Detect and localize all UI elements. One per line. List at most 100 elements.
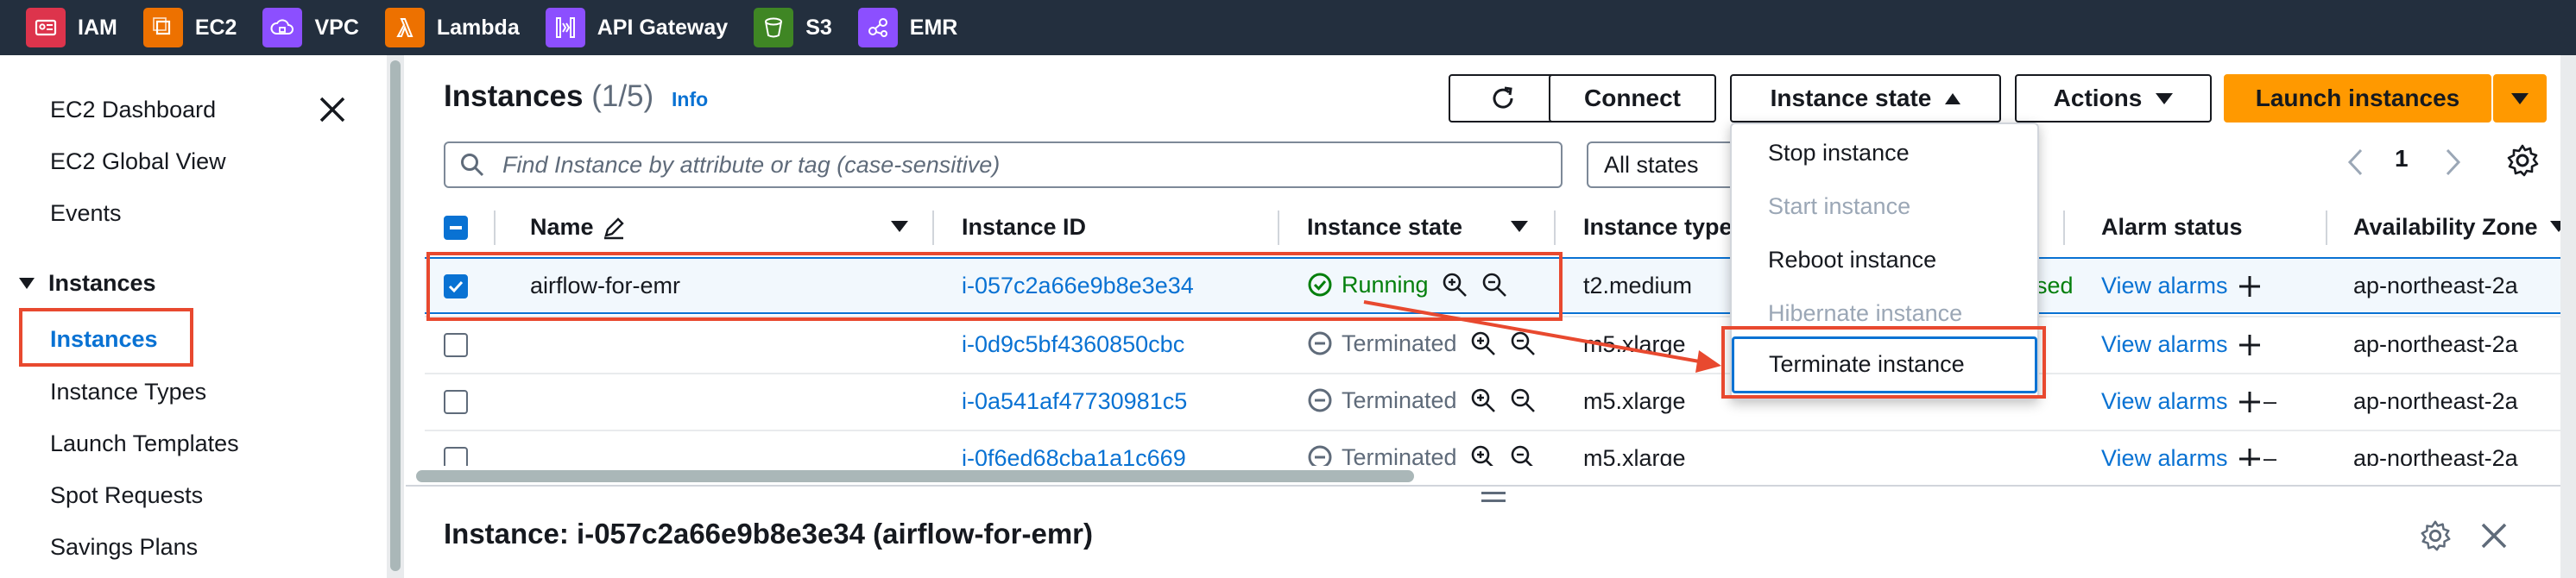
info-link[interactable]: Info (672, 88, 708, 111)
column-separator[interactable] (1278, 210, 1279, 245)
actions-button[interactable]: Actions (2015, 74, 2212, 123)
row-checkbox[interactable] (444, 390, 468, 414)
sidebar-item-ec2-global-view[interactable]: EC2 Global View (50, 148, 226, 175)
column-separator[interactable] (2063, 210, 2065, 245)
horizontal-scrollbar-thumb[interactable] (416, 470, 1414, 482)
favorite-lambda[interactable]: Lambda (384, 0, 542, 55)
column-header-instance-state[interactable]: Instance state (1307, 214, 1462, 241)
menu-item-reboot-instance[interactable]: Reboot instance (1768, 247, 1936, 273)
favorite-label: EMR (909, 15, 958, 40)
instance-state-text: Terminated (1342, 443, 1457, 468)
annotation-highlight-row (426, 252, 1563, 321)
zoom-out-icon[interactable] (1509, 330, 1537, 357)
column-header-name[interactable]: Name (530, 214, 627, 241)
instance-state-button[interactable]: Instance state (1730, 74, 2001, 123)
row-checkbox[interactable] (444, 447, 468, 468)
zoom-in-icon[interactable] (1469, 386, 1497, 414)
plus-icon[interactable] (2237, 273, 2263, 299)
zoom-in-icon[interactable] (1469, 330, 1497, 357)
table-row[interactable]: i-0d9c5bf4360850cbc Terminated m5.xlarge… (425, 316, 2576, 373)
states-filter-select[interactable]: All states (1587, 141, 1742, 188)
column-header-alarm-status[interactable]: Alarm status (2101, 214, 2243, 241)
chevron-right-icon[interactable] (2434, 145, 2469, 179)
chevron-left-icon[interactable] (2339, 145, 2374, 179)
zoom-out-icon[interactable] (1509, 386, 1537, 414)
sidebar-item-ec2-dashboard[interactable]: EC2 Dashboard (50, 97, 216, 123)
favorite-label: VPC (314, 15, 359, 40)
minus-circle-icon (1308, 445, 1332, 468)
plus-icon[interactable] (2237, 332, 2263, 358)
sidebar-section-instances[interactable]: Instances (19, 270, 156, 297)
edit-pencil-icon (603, 217, 624, 239)
availability-zone: ap-northeast-2a (2353, 273, 2518, 298)
scrollbar-thumb[interactable] (390, 60, 401, 571)
refresh-button[interactable] (1449, 74, 1557, 123)
close-icon[interactable] (316, 93, 349, 126)
favorite-api-gateway[interactable]: API Gateway (545, 0, 750, 55)
connect-button[interactable]: Connect (1549, 74, 1716, 123)
menu-item-stop-instance[interactable]: Stop instance (1768, 140, 1910, 166)
view-alarms-link[interactable]: View alarms (2101, 445, 2263, 468)
sort-icon[interactable] (1511, 221, 1528, 232)
view-alarms-link[interactable]: View alarms (2101, 273, 2263, 299)
favorite-vpc[interactable]: VPC (262, 0, 381, 55)
instance-state-text: Terminated (1342, 386, 1457, 413)
api-gateway-icon (545, 8, 585, 47)
search-input[interactable] (502, 151, 1538, 179)
column-separator[interactable] (494, 210, 496, 245)
favorite-ec2[interactable]: EC2 (142, 0, 260, 55)
instance-type: t2.medium (1583, 273, 1693, 298)
table-row[interactable]: i-0a541af47730981c5 Terminated m5.xlarge… (425, 373, 2576, 430)
selection-count: (1/5) (591, 79, 654, 113)
sidebar-item-launch-templates[interactable]: Launch Templates (50, 430, 239, 457)
favorite-label: S3 (805, 15, 832, 40)
plus-icon[interactable] (2237, 446, 2263, 468)
launch-instances-dropdown[interactable] (2493, 74, 2547, 123)
view-alarms-link[interactable]: View alarms (2101, 331, 2263, 358)
launch-instances-button[interactable]: Launch instances (2224, 74, 2491, 123)
checkbox[interactable] (444, 216, 468, 240)
gear-icon[interactable] (2417, 518, 2453, 554)
caret-down-icon (19, 278, 35, 289)
select-all-checkbox[interactable] (444, 216, 468, 240)
column-header-availability-zone[interactable]: Availability Zone (2326, 214, 2538, 241)
availability-zone: ap-northeast-2a (2353, 445, 2518, 468)
search-bar[interactable] (444, 141, 1563, 188)
sidebar-item-spot-requests[interactable]: Spot Requests (50, 482, 203, 509)
column-header-instance-type[interactable]: Instance type (1583, 214, 1733, 241)
instance-type: m5.xlarge (1583, 388, 1686, 414)
sort-icon[interactable] (891, 221, 908, 232)
column-label: Name (530, 214, 594, 240)
column-separator[interactable] (1554, 210, 1556, 245)
sidebar-item-instances[interactable]: Instances (50, 326, 158, 353)
view-alarms-link[interactable]: View alarms (2101, 388, 2263, 415)
sidebar-item-savings-plans[interactable]: Savings Plans (50, 534, 198, 561)
page-scrollbar[interactable] (2560, 55, 2576, 578)
gear-icon[interactable] (2503, 141, 2541, 179)
column-separator[interactable] (932, 210, 934, 245)
favorite-emr[interactable]: EMR (857, 0, 981, 55)
table-header: Name Instance ID Instance state Instance… (425, 207, 2576, 248)
refresh-icon (1493, 86, 1513, 109)
instance-state-cell: Terminated (1307, 330, 1537, 357)
page-number[interactable]: 1 (2395, 145, 2409, 173)
view-alarms-text: View alarms (2101, 273, 2228, 298)
sidebar-item-instance-types[interactable]: Instance Types (50, 379, 206, 405)
split-panel-resize-handle[interactable] (1481, 492, 1506, 507)
instance-id-link[interactable]: i-0f6ed68cba1a1c669 (962, 445, 1186, 468)
table-row[interactable]: i-0f6ed68cba1a1c669 Terminated m5.xlarge… (425, 430, 2576, 468)
sidebar-scrollbar[interactable] (387, 55, 404, 578)
row-checkbox[interactable] (444, 333, 468, 357)
instance-id-link[interactable]: i-0a541af47730981c5 (962, 388, 1187, 415)
close-icon[interactable] (2478, 519, 2510, 552)
zoom-out-icon[interactable] (1509, 443, 1537, 468)
instance-id-link[interactable]: i-0d9c5bf4360850cbc (962, 331, 1184, 358)
view-alarms-text: View alarms (2101, 388, 2228, 414)
favorite-iam[interactable]: IAM (26, 0, 140, 55)
instance-state-cell: Terminated (1307, 386, 1537, 414)
plus-icon[interactable] (2237, 389, 2263, 415)
column-header-instance-id[interactable]: Instance ID (962, 214, 1086, 241)
favorite-s3[interactable]: S3 (754, 0, 855, 55)
sidebar-item-events[interactable]: Events (50, 200, 122, 227)
zoom-in-icon[interactable] (1469, 443, 1497, 468)
